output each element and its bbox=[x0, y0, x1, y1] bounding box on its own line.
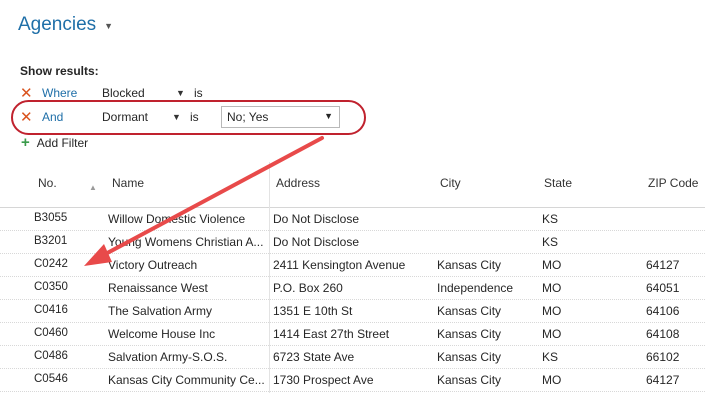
cell-name: Victory Outreach bbox=[108, 258, 198, 272]
cell-address: Do Not Disclose bbox=[273, 235, 360, 249]
cell-no: C0486 bbox=[34, 350, 68, 362]
cell-city: Kansas City bbox=[437, 327, 502, 341]
cell-zip: 64127 bbox=[646, 373, 680, 387]
cell-name: Welcome House Inc bbox=[108, 327, 216, 341]
cell-city: Kansas City bbox=[437, 350, 502, 364]
cell-state: MO bbox=[542, 258, 562, 272]
cell-name: The Salvation Army bbox=[108, 304, 213, 318]
table-row[interactable]: C0460 Welcome House Inc 1414 East 27th S… bbox=[0, 323, 705, 346]
chevron-down-icon[interactable]: ▼ bbox=[176, 88, 188, 98]
cell-name: Salvation Army-S.O.S. bbox=[108, 350, 228, 364]
cell-state: KS bbox=[542, 350, 559, 364]
table-row[interactable]: C0416 The Salvation Army 1351 E 10th St … bbox=[0, 300, 705, 323]
column-header-address[interactable]: Address bbox=[276, 176, 320, 190]
table-row[interactable]: C0242 Victory Outreach 2411 Kensington A… bbox=[0, 254, 705, 277]
column-header-state[interactable]: State bbox=[544, 176, 572, 190]
cell-zip: 64108 bbox=[646, 327, 680, 341]
filter-conjunction[interactable]: Where bbox=[42, 86, 102, 100]
cell-address: Do Not Disclose bbox=[273, 212, 360, 226]
add-filter-label: Add Filter bbox=[36, 135, 89, 150]
table-row[interactable]: C0350 Renaissance West P.O. Box 260 Inde… bbox=[0, 277, 705, 300]
annotation-highlight-oval bbox=[11, 100, 366, 135]
cell-name: Kansas City Community Ce... bbox=[108, 373, 265, 387]
cell-address: 2411 Kensington Avenue bbox=[273, 258, 406, 272]
cell-zip: 64106 bbox=[646, 304, 680, 318]
cell-name: Renaissance West bbox=[108, 281, 208, 295]
cell-state: KS bbox=[542, 212, 559, 226]
cell-no: C0460 bbox=[34, 327, 68, 339]
column-header-zip-code[interactable]: ZIP Code bbox=[648, 176, 698, 190]
table-row[interactable]: C0546 Kansas City Community Ce... 1730 P… bbox=[0, 369, 705, 392]
column-header-name[interactable]: Name bbox=[112, 176, 144, 190]
cell-no: C0350 bbox=[34, 281, 68, 293]
filter-operator: is bbox=[194, 86, 203, 100]
table-row[interactable]: B3201 Young Womens Christian A... Do Not… bbox=[0, 231, 705, 254]
cell-no: C0416 bbox=[34, 304, 68, 316]
cell-name: Young Womens Christian A... bbox=[108, 235, 264, 249]
cell-no: B3055 bbox=[34, 212, 68, 224]
filter-field-select[interactable]: Blocked bbox=[102, 86, 176, 100]
cell-no: B3201 bbox=[34, 235, 68, 247]
cell-city: Kansas City bbox=[437, 373, 502, 387]
cell-address: 6723 State Ave bbox=[273, 350, 355, 364]
column-header-city[interactable]: City bbox=[440, 176, 461, 190]
cell-no: C0546 bbox=[34, 373, 68, 385]
cell-state: KS bbox=[542, 235, 559, 249]
cell-state: MO bbox=[542, 373, 562, 387]
cell-state: MO bbox=[542, 327, 562, 341]
cell-name: Willow Domestic Violence bbox=[108, 212, 246, 226]
cell-state: MO bbox=[542, 304, 562, 318]
cell-no: C0242 bbox=[34, 258, 68, 270]
cell-zip: 64127 bbox=[646, 258, 680, 272]
table-row[interactable]: B3055 Willow Domestic Violence Do Not Di… bbox=[0, 208, 705, 231]
filter-heading: Show results: bbox=[20, 64, 99, 78]
add-filter-button[interactable]: + Add Filter bbox=[21, 134, 88, 151]
table-row[interactable]: C0486 Salvation Army-S.O.S. 6723 State A… bbox=[0, 346, 705, 369]
cell-address: 1414 East 27th Street bbox=[273, 327, 390, 341]
cell-address: 1730 Prospect Ave bbox=[273, 373, 374, 387]
cell-city: Kansas City bbox=[437, 258, 502, 272]
cell-zip: 64051 bbox=[646, 281, 680, 295]
column-header-no[interactable]: No. bbox=[38, 176, 57, 190]
page-title-label: Agencies bbox=[18, 14, 97, 35]
plus-icon: + bbox=[21, 134, 30, 151]
cell-state: MO bbox=[542, 281, 562, 295]
cell-address: 1351 E 10th St bbox=[273, 304, 353, 318]
table-header: No. Name Address City State ZIP Code bbox=[0, 162, 705, 208]
sort-ascending-icon[interactable]: ▲ bbox=[89, 183, 97, 192]
cell-address: P.O. Box 260 bbox=[273, 281, 343, 295]
cell-city: Independence bbox=[437, 281, 514, 295]
chevron-down-icon[interactable]: ▼ bbox=[104, 21, 113, 31]
cell-zip: 66102 bbox=[646, 350, 680, 364]
page-title[interactable]: Agencies ▼ bbox=[18, 14, 113, 36]
cell-city: Kansas City bbox=[437, 304, 502, 318]
